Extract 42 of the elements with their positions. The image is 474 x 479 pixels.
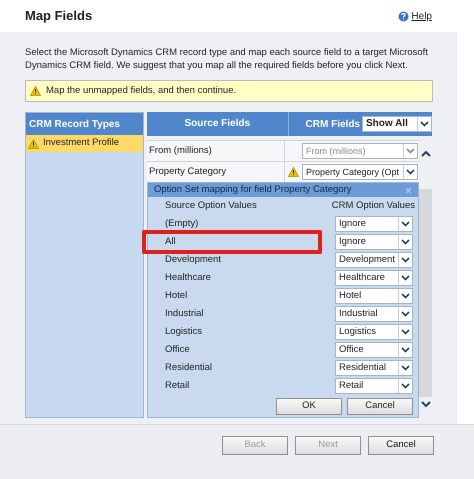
source-option: Logistics	[165, 324, 202, 340]
source-option: Residential	[165, 360, 212, 376]
help-icon	[398, 10, 410, 22]
source-option: Development	[165, 252, 221, 268]
source-option: Healthcare	[165, 270, 211, 286]
source-option: (Empty)	[165, 216, 198, 232]
source-option: Retail	[165, 378, 190, 394]
source-option: Industrial	[165, 306, 204, 322]
panel-header: CRM Record Types	[26, 113, 143, 135]
instructions-text: Select the Microsoft Dynamics CRM record type and map each source field to a target Microsoft Dynamics CRM field. We suggest that you map all the required fields before you click Next.	[25, 46, 429, 72]
dropdown[interactable]: Ignore	[335, 216, 413, 232]
dropdown[interactable]: Residential	[335, 360, 413, 376]
dropdown[interactable]: Office	[335, 342, 413, 358]
source-field: From (millions)	[147, 144, 284, 158]
dropdown[interactable]: Ignore	[335, 234, 413, 250]
dropdown[interactable]: Show All	[362, 116, 432, 132]
source-option: Office	[165, 342, 190, 358]
panel-title: Option Set mapping for field Property Category	[154, 182, 352, 197]
page-title: Map Fields	[25, 7, 92, 26]
warning-icon	[30, 86, 41, 96]
source-field: Property Category	[147, 164, 284, 180]
dropdown[interactable]: Healthcare	[335, 270, 413, 286]
chevron-down-icon[interactable]	[420, 401, 430, 408]
column-header: Source Option Values	[165, 198, 257, 213]
record-type-item[interactable]: Investment Profile	[26, 135, 143, 152]
scrollbar-thumb[interactable]	[419, 189, 432, 397]
wizard-button[interactable]: Cancel	[368, 436, 434, 455]
dropdown[interactable]: Industrial	[335, 306, 413, 322]
dialog-button[interactable]: Cancel	[347, 398, 413, 415]
dropdown[interactable]: Retail	[335, 378, 413, 394]
source-option: All	[165, 234, 176, 250]
dialog-button[interactable]: OK	[276, 398, 342, 415]
dropdown[interactable]: Hotel	[335, 288, 413, 304]
dropdown[interactable]: Development	[335, 252, 413, 268]
column-header: CRM Fields	[306, 118, 360, 132]
warning-text: Map the unmapped fields, and then continue.	[46, 84, 236, 98]
chevron-up-icon[interactable]	[420, 150, 430, 157]
dropdown[interactable]: Property Category (Opt	[302, 164, 418, 180]
dropdown[interactable]: Logistics	[335, 324, 413, 340]
column-header: CRM Option Values	[332, 198, 415, 213]
help-link[interactable]: Help	[398, 8, 432, 24]
source-option: Hotel	[165, 288, 188, 304]
